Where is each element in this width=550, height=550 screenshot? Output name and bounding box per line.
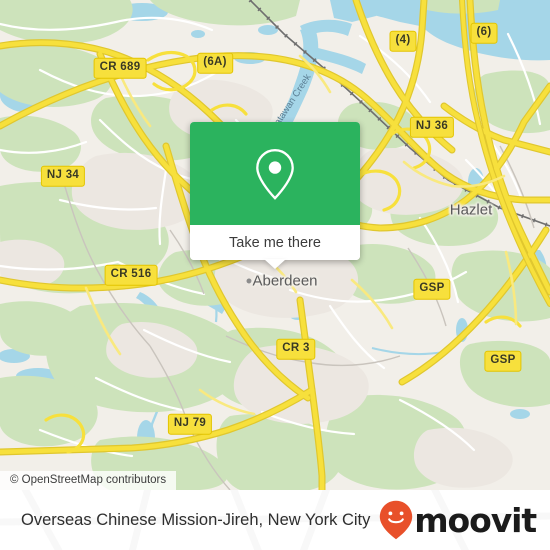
moovit-logo[interactable]: moovit xyxy=(379,500,537,540)
popup-footer[interactable]: Take me there xyxy=(190,225,360,269)
popup-header xyxy=(190,122,360,225)
place-label-aberdeen[interactable]: Aberdeen xyxy=(252,273,317,290)
road-shield-nj-79[interactable]: NJ 79 xyxy=(167,413,213,435)
moovit-wordmark: moovit xyxy=(414,500,537,540)
road-shield-gsp-north[interactable]: GSP xyxy=(413,278,451,300)
map-canvas[interactable]: Matawan Creek Aberdeen Hazlet CR 689 (6A… xyxy=(0,0,550,490)
road-shield-nj-36[interactable]: NJ 36 xyxy=(409,116,455,138)
road-shield-cr-3[interactable]: CR 3 xyxy=(276,338,316,360)
moovit-smiley-pin-icon xyxy=(380,500,413,540)
place-dot-aberdeen xyxy=(246,278,252,284)
take-me-there-button[interactable]: Take me there xyxy=(229,235,321,251)
road-shield-nj-34[interactable]: NJ 34 xyxy=(40,165,86,187)
road-shield-6[interactable]: (6) xyxy=(470,22,498,44)
road-shield-cr-689[interactable]: CR 689 xyxy=(93,57,147,79)
place-label-hazlet[interactable]: Hazlet xyxy=(450,202,493,219)
popup-pointer-tail xyxy=(264,259,286,269)
map-pin-icon xyxy=(256,148,294,200)
road-shield-6a[interactable]: (6A) xyxy=(197,52,233,74)
moovit-station-map-screen: Matawan Creek Aberdeen Hazlet CR 689 (6A… xyxy=(0,0,550,550)
station-popup-card[interactable]: Take me there xyxy=(190,122,360,269)
road-shield-cr-516[interactable]: CR 516 xyxy=(104,264,158,286)
road-shield-4[interactable]: (4) xyxy=(389,30,417,52)
osm-attribution[interactable]: © OpenStreetMap contributors xyxy=(0,471,177,490)
footer-bar: Overseas Chinese Mission-Jireh, New York… xyxy=(0,490,550,550)
page-title: Overseas Chinese Mission-Jireh, New York… xyxy=(21,510,371,529)
road-shield-gsp-south[interactable]: GSP xyxy=(484,350,522,372)
